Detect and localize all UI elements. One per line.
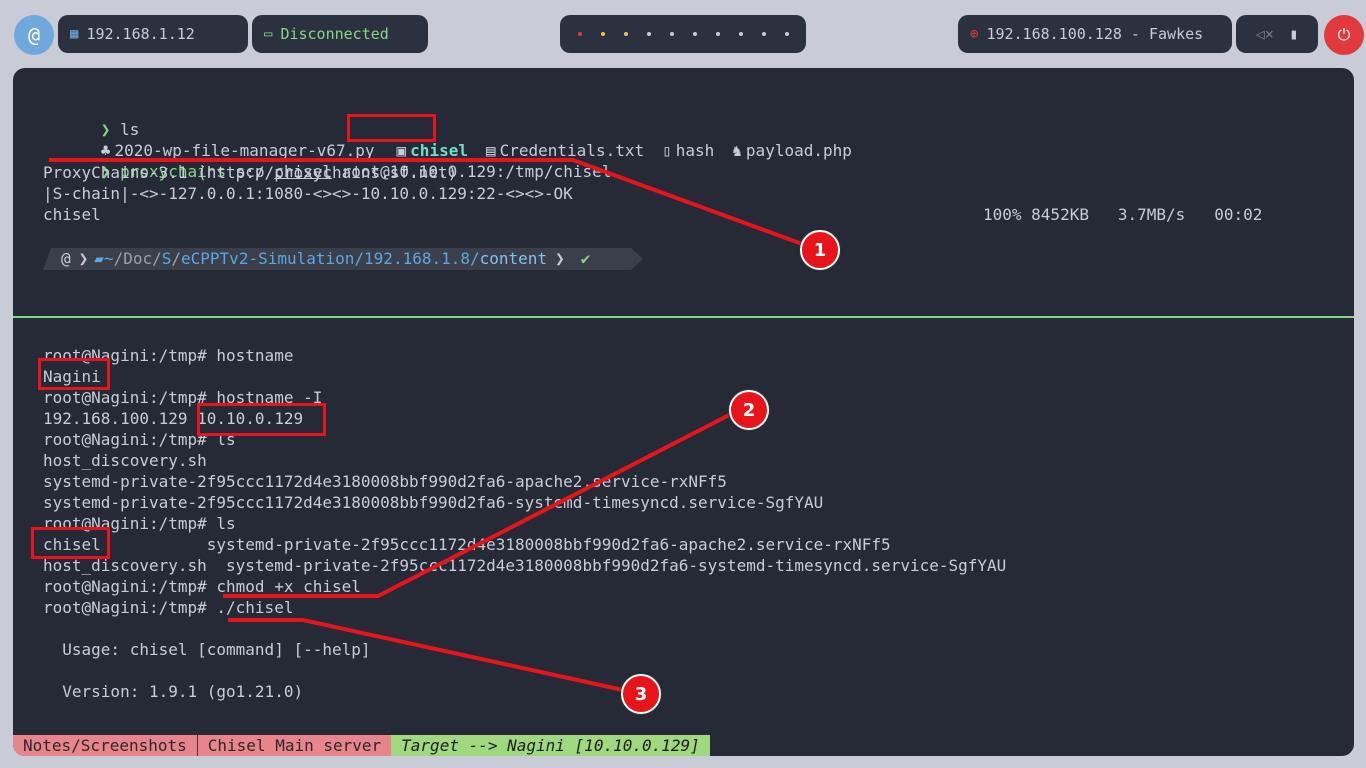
highlight-box: [31, 527, 110, 559]
file-name: payload.php: [745, 141, 852, 160]
highlight-box: [38, 358, 110, 390]
workspace-dot[interactable]: [623, 32, 628, 36]
status-segment-target[interactable]: Target --> Nagini [10.10.0.129]: [391, 735, 710, 756]
file-name: hash: [675, 141, 715, 160]
separator-icon: ❯: [555, 249, 565, 268]
output-line: systemd-private-2f95ccc1172d4e3180008bbf…: [43, 472, 727, 491]
status-bar: Notes/Screenshots Chisel Main server Tar…: [13, 735, 1354, 756]
terminal-pane-top[interactable]: ❯ ls ♣ 2020-wp-file-manager-v67.py ▣ chisel…: [13, 68, 1354, 316]
status-segment-window[interactable]: Chisel Main server: [196, 735, 392, 756]
power-button[interactable]: ⏻: [1324, 15, 1364, 55]
file-name: systemd-private-2f95ccc1172d4e3180008bbf…: [100, 535, 891, 554]
output-line: Version: 1.9.1 (go1.21.0): [43, 682, 304, 701]
output-line: host_discovery.sh systemd-private-2f95cc…: [43, 556, 1007, 575]
check-icon: ✔: [580, 249, 591, 268]
crosshair-icon: ⊕: [970, 26, 979, 42]
output-line: |S-chain|-<>-127.0.0.1:1080-<><>-10.10.0…: [43, 184, 573, 203]
annotation-marker: 3: [621, 674, 661, 714]
workspace-dot[interactable]: [761, 32, 766, 36]
local-ip-text: 192.168.1.12: [86, 25, 195, 43]
path-current: content: [479, 249, 548, 268]
top-panel: @ ▦ 192.168.1.12 ▭ Disconnected ⊕ 192.16…: [0, 0, 1366, 68]
highlight-box: [347, 114, 436, 142]
output-line: root@Nagini:/tmp# ./chisel: [43, 598, 294, 617]
debian-icon: @: [61, 249, 71, 268]
workspace-dot[interactable]: [577, 32, 582, 36]
workspace-dot[interactable]: [600, 32, 605, 36]
pane-divider[interactable]: [13, 316, 1354, 318]
local-ip-widget[interactable]: ▦ 192.168.1.12: [58, 15, 248, 53]
output-line: chisel systemd-private-2f95ccc1172d4e318…: [43, 535, 891, 555]
workspace-dot[interactable]: [692, 32, 697, 36]
battery-icon[interactable]: ▮: [1289, 25, 1298, 43]
php-icon: ♞: [732, 141, 742, 160]
workspaces-indicator[interactable]: [560, 15, 806, 53]
ip-text: 192.168.100.129: [43, 409, 198, 428]
output-line: systemd-private-2f95ccc1172d4e3180008bbf…: [43, 493, 824, 512]
system-tray[interactable]: ◁× ▮: [1236, 15, 1318, 53]
target-widget[interactable]: ⊕ 192.168.100.128 - Fawkes: [958, 15, 1232, 53]
output-line: ProxyChains-3.1 (http://proxychains.sf.n…: [43, 163, 458, 182]
folder-icon: ▰: [94, 249, 104, 268]
workspace-dot[interactable]: [646, 32, 651, 36]
workspace-dot[interactable]: [669, 32, 674, 36]
annotation-marker: 1: [800, 230, 840, 270]
output-line: Usage: chisel [command] [--help]: [43, 640, 371, 659]
path-segment: S: [161, 249, 172, 268]
highlight-box: [197, 403, 326, 436]
terminal-window[interactable]: ❯ ls ♣ 2020-wp-file-manager-v67.py ▣ chisel…: [13, 68, 1354, 756]
debian-logo-button[interactable]: @: [14, 15, 54, 55]
target-text: 192.168.100.128 - Fawkes: [986, 25, 1204, 43]
mute-icon[interactable]: ◁×: [1256, 25, 1274, 43]
path-segment: ~: [103, 249, 114, 268]
vpn-widget[interactable]: ▭ Disconnected: [252, 15, 428, 53]
workspace-dot[interactable]: [738, 32, 743, 36]
prompt-path-bar: @ ❯ ▰ ~/Doc/S / eCPPTv2-Simulation/192.168…: [43, 248, 643, 270]
file-item: ♞ payload.php: [732, 141, 852, 160]
file-item: ▯ hash: [662, 141, 714, 160]
output-line: chisel: [43, 205, 101, 224]
path-segment: /Doc/: [113, 249, 162, 268]
path-segment: eCPPTv2-Simulation/192.168.1.8/: [181, 249, 480, 268]
vpn-status-text: Disconnected: [280, 25, 389, 43]
annotation-marker: 2: [729, 390, 769, 430]
workspace-dot[interactable]: [715, 32, 720, 36]
workspace-dot[interactable]: [784, 32, 789, 36]
separator-icon: ❯: [78, 249, 89, 268]
network-icon: ▦: [70, 26, 79, 42]
output-line: host_discovery.sh: [43, 451, 207, 470]
file-icon: ▯: [662, 141, 672, 160]
path-segment: /: [171, 249, 182, 268]
transfer-stats: 100% 8452KB 3.7MB/s 00:02: [983, 205, 1263, 224]
laptop-icon: ▭: [264, 26, 273, 42]
output-line: root@Nagini:/tmp# chmod +x chisel: [43, 577, 361, 596]
status-segment-notes[interactable]: Notes/Screenshots: [13, 735, 197, 756]
